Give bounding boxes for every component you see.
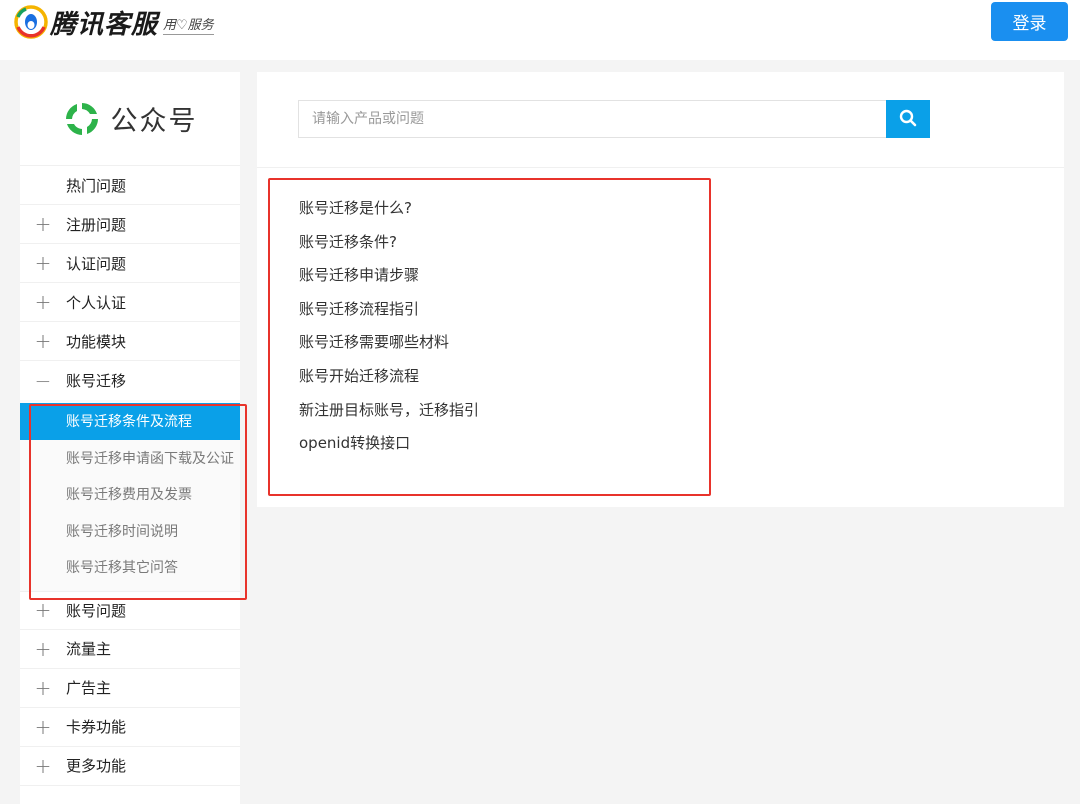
penguin-logo-icon (14, 5, 48, 39)
plus-icon: + (34, 714, 52, 739)
search-input[interactable] (298, 100, 886, 138)
question-link[interactable]: 账号迁移需要哪些材料 (299, 326, 479, 360)
sidebar-item-feature-modules[interactable]: + 功能模块 (20, 322, 240, 361)
sidebar-item-label: 认证问题 (66, 254, 127, 273)
sidebar-item-personal-verification[interactable]: + 个人认证 (20, 283, 240, 322)
submenu-item-other-qa[interactable]: 账号迁移其它问答 (20, 549, 240, 586)
plus-icon: + (34, 753, 52, 778)
official-account-icon (63, 100, 101, 138)
sidebar-brand: 公众号 (20, 72, 240, 166)
minus-icon: − (34, 368, 52, 393)
search-bar (298, 100, 930, 138)
plus-icon: + (34, 251, 52, 275)
sidebar-item-label: 流量主 (66, 640, 112, 658)
question-link[interactable]: 账号迁移申请步骤 (299, 259, 479, 293)
search-button[interactable] (886, 100, 930, 138)
sidebar-item-label: 账号问题 (66, 601, 127, 620)
sidebar-item-label: 个人认证 (66, 293, 127, 312)
plus-icon: + (34, 329, 52, 353)
sidebar-item-more-features[interactable]: + 更多功能 (20, 747, 240, 786)
submenu-item-application-letter[interactable]: 账号迁移申请函下载及公证 (20, 440, 240, 477)
logo-slogan: 用♡服务 (163, 14, 214, 35)
sidebar-brand-label: 公众号 (110, 106, 198, 137)
sidebar-item-label: 注册问题 (66, 215, 127, 234)
logo-title: 腾讯客服 (50, 9, 159, 40)
question-link[interactable]: 账号迁移条件? (299, 226, 479, 260)
tencent-support-logo[interactable]: 腾讯客服 用♡服务 (14, 2, 214, 42)
sidebar-item-label: 广告主 (66, 679, 112, 697)
submenu-item-conditions-process[interactable]: 账号迁移条件及流程 (20, 403, 240, 440)
sidebar-item-card-coupons[interactable]: + 卡券功能 (20, 708, 240, 747)
submenu-item-time-description[interactable]: 账号迁移时间说明 (20, 513, 240, 550)
submenu-item-fees-invoice[interactable]: 账号迁移费用及发票 (20, 476, 240, 513)
sidebar-item-label: 功能模块 (66, 332, 127, 351)
main-panel: 账号迁移是什么? 账号迁移条件? 账号迁移申请步骤 账号迁移流程指引 账号迁移需… (257, 72, 1064, 507)
sidebar: 公众号 热门问题 + 注册问题 + 认证问题 + 个人认证 + 功能模块 − 账… (20, 72, 240, 804)
sidebar-item-label: 热门问题 (66, 176, 127, 195)
plus-icon: + (34, 675, 52, 700)
sidebar-item-hot-questions[interactable]: 热门问题 (20, 166, 240, 205)
question-link[interactable]: 账号迁移流程指引 (299, 293, 479, 327)
search-icon (899, 109, 917, 130)
sidebar-item-label: 卡券功能 (66, 718, 127, 736)
sidebar-item-verification[interactable]: + 认证问题 (20, 244, 240, 283)
plus-icon: + (34, 290, 52, 314)
sidebar-item-account-issues[interactable]: + 账号问题 (20, 590, 240, 630)
divider (257, 167, 1064, 168)
sidebar-item-publisher[interactable]: + 流量主 (20, 630, 240, 669)
plus-icon: + (34, 212, 52, 236)
plus-icon: + (34, 636, 52, 661)
question-list: 账号迁移是什么? 账号迁移条件? 账号迁移申请步骤 账号迁移流程指引 账号迁移需… (299, 192, 479, 461)
question-link[interactable]: openid转换接口 (299, 427, 479, 461)
question-link[interactable]: 账号开始迁移流程 (299, 360, 479, 394)
login-button[interactable]: 登录 (991, 2, 1068, 41)
plus-icon: + (34, 598, 52, 622)
question-link[interactable]: 账号迁移是什么? (299, 192, 479, 226)
sidebar-item-registration[interactable]: + 注册问题 (20, 205, 240, 244)
account-migration-submenu: 账号迁移条件及流程 账号迁移申请函下载及公证 账号迁移费用及发票 账号迁移时间说… (20, 400, 240, 591)
sidebar-item-label: 账号迁移 (66, 372, 127, 390)
question-link[interactable]: 新注册目标账号，迁移指引 (299, 394, 479, 428)
top-header: 腾讯客服 用♡服务 登录 (0, 0, 1080, 60)
sidebar-item-advertiser[interactable]: + 广告主 (20, 669, 240, 708)
sidebar-item-account-migration[interactable]: − 账号迁移 (20, 361, 240, 400)
sidebar-item-label: 更多功能 (66, 757, 127, 775)
